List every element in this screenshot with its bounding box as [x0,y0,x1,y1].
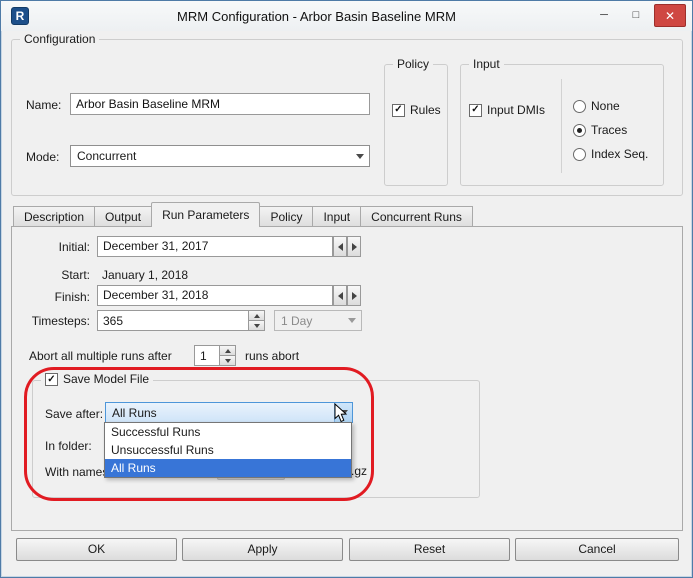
reset-button[interactable]: Reset [349,538,510,561]
initial-date-value: December 31, 2017 [103,239,208,253]
initial-date-prev-button[interactable] [333,236,347,257]
close-button[interactable]: ✕ [654,4,686,27]
abort-suffix-label: runs abort [245,349,299,364]
arrow-down-icon [225,359,231,363]
arrow-up-icon [225,349,231,353]
dropdown-option-all-runs[interactable]: All Runs [105,459,351,477]
finish-date-field[interactable]: December 31, 2018 [97,285,333,306]
radio-index-seq-label: Index Seq. [591,147,648,161]
spin-up-button[interactable] [220,346,235,355]
save-after-value: All Runs [112,406,157,421]
policy-group: Policy ✓ Rules [384,64,448,186]
tab-input[interactable]: Input [312,206,361,227]
spin-buttons [219,346,235,365]
radio-none[interactable]: None [573,99,620,113]
finish-date-value: December 31, 2018 [103,288,208,302]
spin-up-button[interactable] [249,311,264,320]
dropdown-option-unsuccessful-runs[interactable]: Unsuccessful Runs [105,441,351,459]
chevron-down-icon [343,311,361,330]
maximize-button[interactable]: □ [622,4,650,27]
name-label: Name: [26,98,61,113]
initial-date-field[interactable]: December 31, 2017 [97,236,333,257]
cancel-button[interactable]: Cancel [515,538,679,561]
timestep-unit-select: 1 Day [274,310,362,331]
title-bar: R MRM Configuration - Arbor Basin Baseli… [1,1,692,31]
input-dmis-checkbox-label: Input DMIs [487,103,545,117]
arrow-up-icon [254,314,260,318]
spin-buttons [248,311,264,330]
app-icon: R [11,7,29,25]
finish-label: Finish: [22,290,90,305]
radio-none-label: None [591,99,620,113]
timesteps-value: 365 [103,314,123,329]
divider [561,79,562,173]
tab-concurrent-runs[interactable]: Concurrent Runs [360,206,473,227]
mrm-configuration-dialog: R MRM Configuration - Arbor Basin Baseli… [0,0,693,578]
start-value: January 1, 2018 [102,268,188,283]
dropdown-option-successful-runs[interactable]: Successful Runs [105,423,351,441]
window-title: MRM Configuration - Arbor Basin Baseline… [71,9,562,24]
save-model-file-label: Save Model File [63,372,149,387]
arrow-right-icon [352,243,357,251]
checkbox-check-icon: ✓ [392,104,405,117]
abort-count-spinbox[interactable]: 1 [194,345,236,366]
input-group: Input ✓ Input DMIs None Traces Index Seq… [460,64,664,186]
checkbox-check-icon: ✓ [45,373,58,386]
spin-down-button[interactable] [220,355,235,365]
checkbox-check-icon: ✓ [469,104,482,117]
apply-button[interactable]: Apply [182,538,343,561]
mode-select[interactable]: Concurrent [70,145,370,167]
run-parameters-pane: Initial: December 31, 2017 Start: Januar… [11,226,683,531]
mode-label: Mode: [26,150,59,165]
radio-icon [573,148,586,161]
arrow-left-icon [338,292,343,300]
timesteps-spinbox[interactable]: 365 [97,310,265,331]
configuration-group-label: Configuration [20,32,99,47]
chevron-down-icon [334,403,352,422]
input-dmis-checkbox[interactable]: ✓ Input DMIs [469,103,545,117]
name-input[interactable] [70,93,370,115]
tab-run-parameters[interactable]: Run Parameters [151,202,260,227]
input-group-label: Input [469,57,504,72]
tab-policy[interactable]: Policy [259,206,313,227]
abort-label: Abort all multiple runs after [29,349,172,364]
save-after-dropdown: Successful Runs Unsuccessful Runs All Ru… [104,422,352,478]
arrow-down-icon [254,324,260,328]
initial-label: Initial: [22,240,90,255]
radio-traces[interactable]: Traces [573,123,627,137]
tab-bar: Description Output Run Parameters Policy… [13,202,472,227]
rules-checkbox[interactable]: ✓ Rules [392,103,441,117]
configuration-group: Configuration Name: Mode: Concurrent Pol… [11,39,683,196]
arrow-left-icon [338,243,343,251]
radio-icon [573,100,586,113]
timesteps-label: Timesteps: [22,314,90,329]
timestep-unit-value: 1 Day [281,314,312,329]
finish-date-prev-button[interactable] [333,285,347,306]
radio-selected-icon [573,124,586,137]
save-after-select[interactable]: All Runs [105,402,353,423]
tab-output[interactable]: Output [94,206,152,227]
arrow-right-icon [352,292,357,300]
spin-down-button[interactable] [249,320,264,330]
mode-value: Concurrent [77,149,136,164]
radio-index-seq[interactable]: Index Seq. [573,147,648,161]
policy-group-label: Policy [393,57,433,72]
save-after-label: Save after: [45,407,103,422]
finish-date-next-button[interactable] [347,285,361,306]
tab-description[interactable]: Description [13,206,95,227]
initial-date-next-button[interactable] [347,236,361,257]
chevron-down-icon [351,146,369,166]
with-names-label: With names: [45,465,112,480]
radio-traces-label: Traces [591,123,627,137]
abort-count-value: 1 [200,349,207,364]
start-label: Start: [22,268,90,283]
in-folder-label: In folder: [45,439,92,454]
minimize-button[interactable]: ─ [590,4,618,27]
ok-button[interactable]: OK [16,538,177,561]
save-model-file-checkbox[interactable]: ✓ Save Model File [41,372,153,387]
rules-checkbox-label: Rules [410,103,441,117]
